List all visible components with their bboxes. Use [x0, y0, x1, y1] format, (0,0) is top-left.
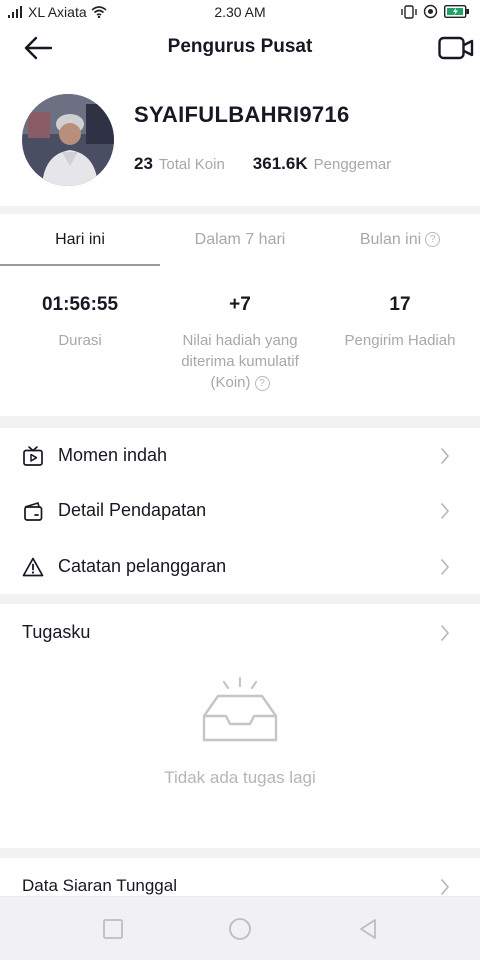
profile-section: SYAIFULBAHRI9716 23 Total Koin 361.6K Pe… [0, 70, 480, 206]
wallet-icon [24, 502, 43, 521]
alarm-icon [423, 4, 438, 19]
avatar[interactable] [22, 94, 114, 186]
help-icon[interactable]: ? [254, 375, 270, 391]
coins-value: 23 [134, 154, 153, 173]
tab-indicator [0, 264, 160, 266]
tv-play-icon [23, 446, 43, 466]
tab-7-days[interactable]: Dalam 7 hari [160, 214, 320, 266]
metric-label: Nilai hadiah yang diterima kumulatif (Ko… [160, 330, 320, 393]
task-card: Tugasku Tidak ada tugas lagi [0, 604, 480, 848]
chevron-right-icon [441, 503, 450, 519]
status-right [401, 4, 470, 19]
system-nav-bar [0, 896, 480, 960]
period-tabs: Hari ini Dalam 7 hari Bulan ini? [0, 214, 480, 266]
tab-today[interactable]: Hari ini [0, 214, 160, 266]
metric-label: Pengirim Hadiah [344, 332, 456, 349]
profile-stats: 23 Total Koin 361.6K Penggemar [134, 154, 419, 174]
page-title: Pengurus Pusat [167, 36, 313, 57]
chevron-right-icon [441, 559, 450, 575]
fans-value: 361.6K [252, 154, 308, 173]
metric-duration: 01:56:55 Durasi [0, 294, 160, 351]
menu-label: Momen indah [58, 445, 168, 465]
tab-label: Dalam 7 hari [194, 231, 286, 248]
avatar-image [22, 94, 114, 186]
help-icon[interactable]: ? [425, 232, 441, 248]
menu-item-momen-indah[interactable]: Momen indah [0, 428, 480, 484]
chevron-right-icon[interactable] [440, 624, 450, 642]
data-title: Data Siaran Tunggal [22, 876, 177, 895]
fans-label: Penggemar [313, 156, 392, 173]
header: Pengurus Pusat [0, 26, 480, 70]
username: SYAIFULBAHRI9716 [134, 102, 350, 127]
chevron-right-icon [441, 448, 450, 464]
video-camera-icon [438, 36, 474, 60]
metric-value: +7 [229, 294, 251, 315]
data-card[interactable]: Data Siaran Tunggal [0, 858, 480, 898]
task-title: Tugasku [22, 622, 91, 642]
metric-label-text: Nilai hadiah yang diterima kumulatif (Ko… [181, 332, 299, 391]
menu-item-detail-pendapatan[interactable]: Detail Pendapatan [0, 483, 480, 539]
tab-label: Hari ini [55, 231, 105, 248]
metric-value: 17 [389, 294, 411, 315]
menu-label: Detail Pendapatan [58, 500, 207, 520]
metric-label: Durasi [58, 332, 102, 349]
empty-inbox-icon [202, 676, 278, 742]
tab-this-month[interactable]: Bulan ini? [320, 214, 480, 266]
metric-value: 01:56:55 [41, 294, 119, 315]
metric-gift-value: +7 Nilai hadiah yang diterima kumulatif … [160, 294, 320, 393]
battery-icon [444, 5, 469, 18]
metric-gift-senders: 17 Pengirim Hadiah [320, 294, 480, 351]
status-bar: XL Axiata 2.30 AM [0, 0, 480, 26]
menu-item-catatan-pelanggaran[interactable]: Catatan pelanggaran [0, 539, 480, 595]
back-nav-icon[interactable] [356, 917, 380, 941]
empty-state-text: Tidak ada tugas lagi [164, 768, 316, 787]
chevron-right-icon [441, 879, 450, 895]
menu-label: Catatan pelanggaran [58, 556, 227, 576]
tab-label: Bulan ini [359, 231, 422, 248]
vibrate-icon [401, 4, 417, 19]
recent-apps-icon[interactable] [101, 917, 125, 941]
video-button[interactable] [436, 32, 476, 64]
stats-card: Hari ini Dalam 7 hari Bulan ini? 01:56:5… [0, 214, 480, 416]
home-icon[interactable] [228, 917, 252, 941]
menu-card: Momen indah Detail Pendapatan Catatan pe… [0, 428, 480, 594]
coins-label: Total Koin [158, 156, 225, 173]
warning-icon [22, 557, 44, 577]
